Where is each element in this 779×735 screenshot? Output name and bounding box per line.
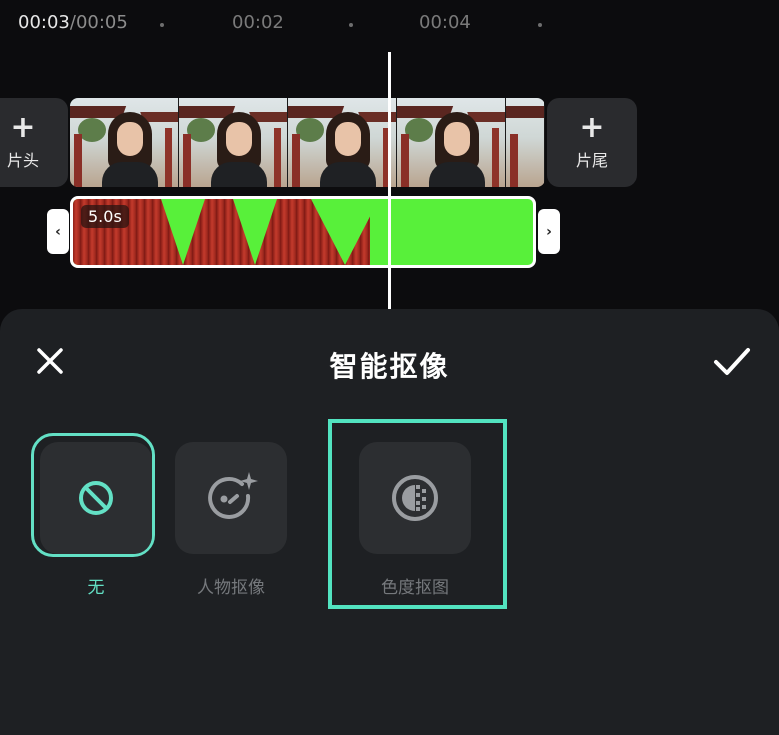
- option-none-label: 无: [87, 578, 105, 598]
- ruler-dot: [349, 23, 353, 27]
- duration-badge: 5.0s: [81, 205, 129, 228]
- trim-handle-left[interactable]: ‹: [47, 209, 69, 254]
- trim-handle-right[interactable]: ›: [538, 209, 560, 254]
- video-thumbnail: [397, 98, 507, 187]
- smart-cutout-panel: 智能抠像 无 人物抠像 色度抠图: [0, 309, 779, 735]
- plus-icon: +: [579, 109, 605, 145]
- portrait-cutout-icon: [208, 472, 258, 519]
- overlay-clip[interactable]: 5.0s: [70, 196, 536, 268]
- option-portrait-cutout-button[interactable]: [175, 442, 287, 554]
- video-thumbnail: [288, 98, 398, 187]
- add-outro-label: 片尾: [575, 150, 608, 170]
- ruler-tick: 00:04: [419, 12, 471, 33]
- time-readout: 00:03/00:05: [18, 12, 128, 33]
- option-none-button[interactable]: [40, 442, 152, 554]
- current-time: 00:03: [18, 12, 70, 33]
- ruler-tick: 00:02: [232, 12, 284, 33]
- video-thumbnail: [506, 98, 545, 187]
- plus-icon: +: [10, 109, 36, 145]
- video-thumbnail: [70, 98, 180, 187]
- ruler-dot: [538, 23, 542, 27]
- option-portrait-cutout-label: 人物抠像: [197, 578, 265, 598]
- timeline: 00:03/00:05 00:02 00:04 + 片头 + 片尾 ‹ 5.0s…: [0, 0, 779, 320]
- time-ruler: 00:03/00:05 00:02 00:04: [0, 12, 779, 38]
- none-icon: [79, 481, 113, 515]
- video-thumbnail: [179, 98, 289, 187]
- add-intro-button[interactable]: + 片头: [0, 98, 68, 187]
- highlight-box: [328, 419, 507, 609]
- panel-title: 智能抠像: [329, 350, 450, 383]
- playhead[interactable]: [388, 52, 391, 310]
- add-intro-label: 片头: [6, 150, 39, 170]
- main-video-clip[interactable]: [70, 98, 545, 187]
- add-outro-button[interactable]: + 片尾: [547, 98, 637, 187]
- ruler-dot: [160, 23, 164, 27]
- check-icon[interactable]: [710, 341, 754, 381]
- total-time: /00:05: [69, 12, 128, 33]
